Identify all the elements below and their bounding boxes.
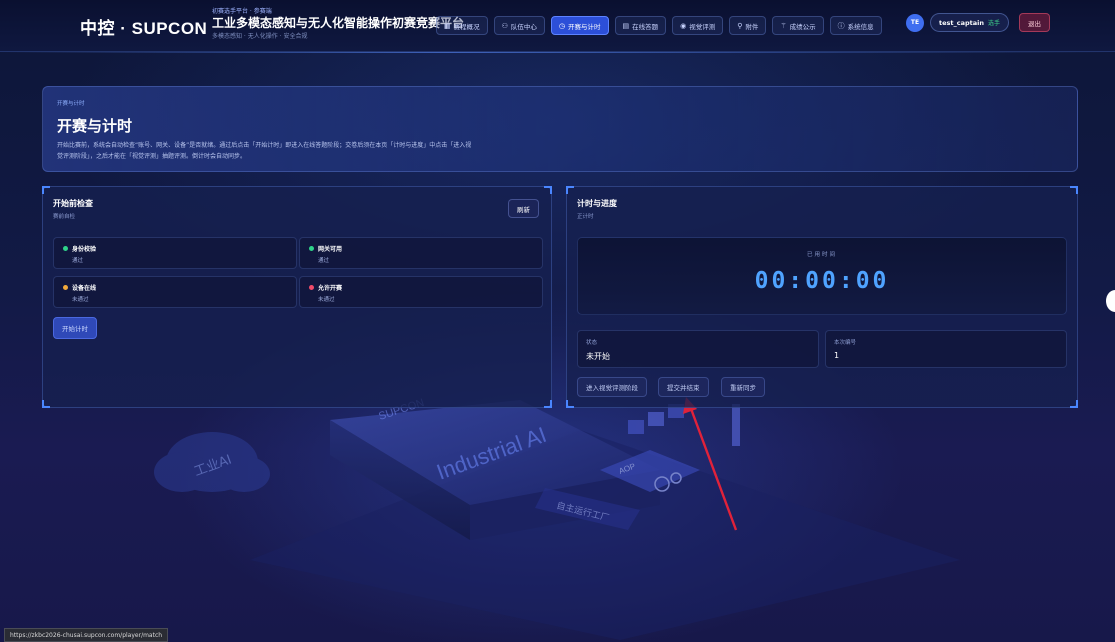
cloud-graphic: 工业AI xyxy=(154,432,270,492)
user-chip[interactable]: test_captain 选手 xyxy=(930,13,1009,32)
main-nav: ▦ 赛程概况 ⚇ 队伍中心 ◷ 开赛与计时 ▤ 在线答题 ◉ 视觉评测 ⚲ 附件 xyxy=(436,16,882,35)
timer-display: 已用时间 00:00:00 xyxy=(577,237,1067,315)
timer-title: 计时与进度 xyxy=(577,199,617,208)
precheck-panel: 开始前检查 赛前自检 刷新 身份校验 通过 网关可用 通过 设备在线 未通过 允… xyxy=(42,186,552,408)
panel-corner xyxy=(1070,400,1078,408)
precheck-title: 开始前检查 xyxy=(53,199,93,208)
panel-corner xyxy=(544,186,552,194)
status-dot-red xyxy=(309,285,314,290)
timer-panel: 计时与进度 正计时 已用时间 00:00:00 状态 未开始 本次编号 1 进入… xyxy=(566,186,1078,408)
nav-label: 开赛与计时 xyxy=(568,22,601,31)
nav-item-attachments[interactable]: ⚲ 附件 xyxy=(729,16,767,35)
panel-corner xyxy=(1070,186,1078,194)
check-item-gateway: 网关可用 通过 xyxy=(299,237,543,269)
clock-icon: ◷ xyxy=(558,21,566,30)
avatar[interactable]: TE xyxy=(906,13,924,32)
status-dot-orange xyxy=(63,285,68,290)
state-value: 未开始 xyxy=(586,352,610,361)
nav-item-online-answer[interactable]: ▤ 在线答题 xyxy=(614,16,667,35)
team-icon: ⚇ xyxy=(501,21,508,30)
nav-label: 成绩公示 xyxy=(789,22,816,31)
precheck-subtitle: 赛前自检 xyxy=(53,214,76,220)
grid-icon: ▦ xyxy=(444,21,451,30)
panel-corner xyxy=(544,400,552,408)
eye-icon: ◉ xyxy=(680,21,687,30)
nav-item-system-info[interactable]: ⓘ 系统信息 xyxy=(829,16,882,35)
status-bar-url: https://zkbc2026-chusai.supcon.com/playe… xyxy=(4,628,169,642)
check-status: 未通过 xyxy=(72,297,89,303)
refresh-button[interactable]: 刷新 xyxy=(508,199,539,218)
panel-corner xyxy=(42,400,50,408)
scores-icon: ⚚ xyxy=(780,21,787,30)
status-dot-green xyxy=(309,246,314,251)
nav-item-start-timing[interactable]: ◷ 开赛与计时 xyxy=(550,16,609,35)
round-card: 本次编号 1 xyxy=(825,330,1067,368)
nav-label: 附件 xyxy=(745,22,759,31)
nav-item-visual-eval[interactable]: ◉ 视觉评测 xyxy=(672,16,724,35)
nav-label: 视觉评测 xyxy=(689,22,716,31)
resync-button[interactable]: 重新同步 xyxy=(721,377,765,397)
round-label: 本次编号 xyxy=(834,340,857,346)
submit-and-finish-button[interactable]: 提交并结束 xyxy=(658,377,709,397)
check-item-allow-start: 允许开赛 未通过 xyxy=(299,276,543,308)
brand-logo[interactable]: 中控 · SUPCON xyxy=(80,14,207,39)
check-status: 通过 xyxy=(72,258,84,264)
check-name: 设备在线 xyxy=(72,285,97,292)
status-dot-green xyxy=(63,246,68,251)
start-timing-button[interactable]: 开始计时 xyxy=(53,317,97,339)
elapsed-time: 00:00:00 xyxy=(754,268,890,294)
check-name: 允许开赛 xyxy=(318,285,343,292)
nav-item-overview[interactable]: ▦ 赛程概况 xyxy=(436,16,488,35)
platform-title: 工业多模态感知与无人化智能操作初赛竞赛平台 xyxy=(212,16,465,30)
state-label: 状态 xyxy=(586,340,598,346)
check-name: 身份校验 xyxy=(72,246,97,253)
user-role: 选手 xyxy=(987,20,1000,27)
round-value: 1 xyxy=(834,351,840,360)
platform-subtitle: 多模态感知 · 无人化操作 · 安全合规 xyxy=(212,33,308,40)
hero-card: 开赛与计时 开赛与计时 开始比赛前，系统会自动检查“账号、网关、设备”是否就绪。… xyxy=(42,86,1078,172)
panel-corner xyxy=(566,400,574,408)
nav-label: 队伍中心 xyxy=(510,22,537,31)
timer-subtitle: 正计时 xyxy=(577,214,594,220)
page-title: 开赛与计时 xyxy=(57,117,133,135)
paperclip-icon: ⚲ xyxy=(737,21,743,30)
document-icon: ▤ xyxy=(622,21,630,30)
elapsed-label: 已用时间 xyxy=(806,252,837,258)
state-card: 状态 未开始 xyxy=(577,330,819,368)
enter-visual-eval-button[interactable]: 进入视觉评测阶段 xyxy=(577,377,647,397)
nav-label: 在线答题 xyxy=(632,22,659,31)
nav-item-scores[interactable]: ⚚ 成绩公示 xyxy=(772,16,824,35)
panel-corner xyxy=(42,186,50,194)
username: test_captain xyxy=(939,18,984,27)
nav-label: 赛程概况 xyxy=(453,22,480,31)
check-item-device: 设备在线 未通过 xyxy=(53,276,297,308)
nav-label: 系统信息 xyxy=(847,22,874,31)
check-item-identity: 身份校验 通过 xyxy=(53,237,297,269)
top-nav-bar: 中控 · SUPCON 初赛选手平台 · 参赛端 工业多模态感知与无人化智能操作… xyxy=(0,0,1115,52)
user-area: TE test_captain 选手 退出 xyxy=(906,13,1050,32)
header-divider xyxy=(0,52,1115,53)
page-description: 开始比赛前，系统会自动检查“账号、网关、设备”是否就绪。通过后点击「开始计时」即… xyxy=(57,142,472,160)
check-name: 网关可用 xyxy=(318,246,343,253)
panel-corner xyxy=(566,186,574,194)
info-icon: ⓘ xyxy=(837,21,845,30)
hero-tag: 开赛与计时 xyxy=(57,101,85,107)
check-status: 未通过 xyxy=(318,297,335,303)
nav-item-team[interactable]: ⚇ 队伍中心 xyxy=(493,16,545,35)
page: Industrial AI SUPCON 工业AI AOP 自主运行工厂 中控 … xyxy=(0,0,1115,642)
logout-button[interactable]: 退出 xyxy=(1019,13,1050,32)
check-status: 通过 xyxy=(318,258,330,264)
